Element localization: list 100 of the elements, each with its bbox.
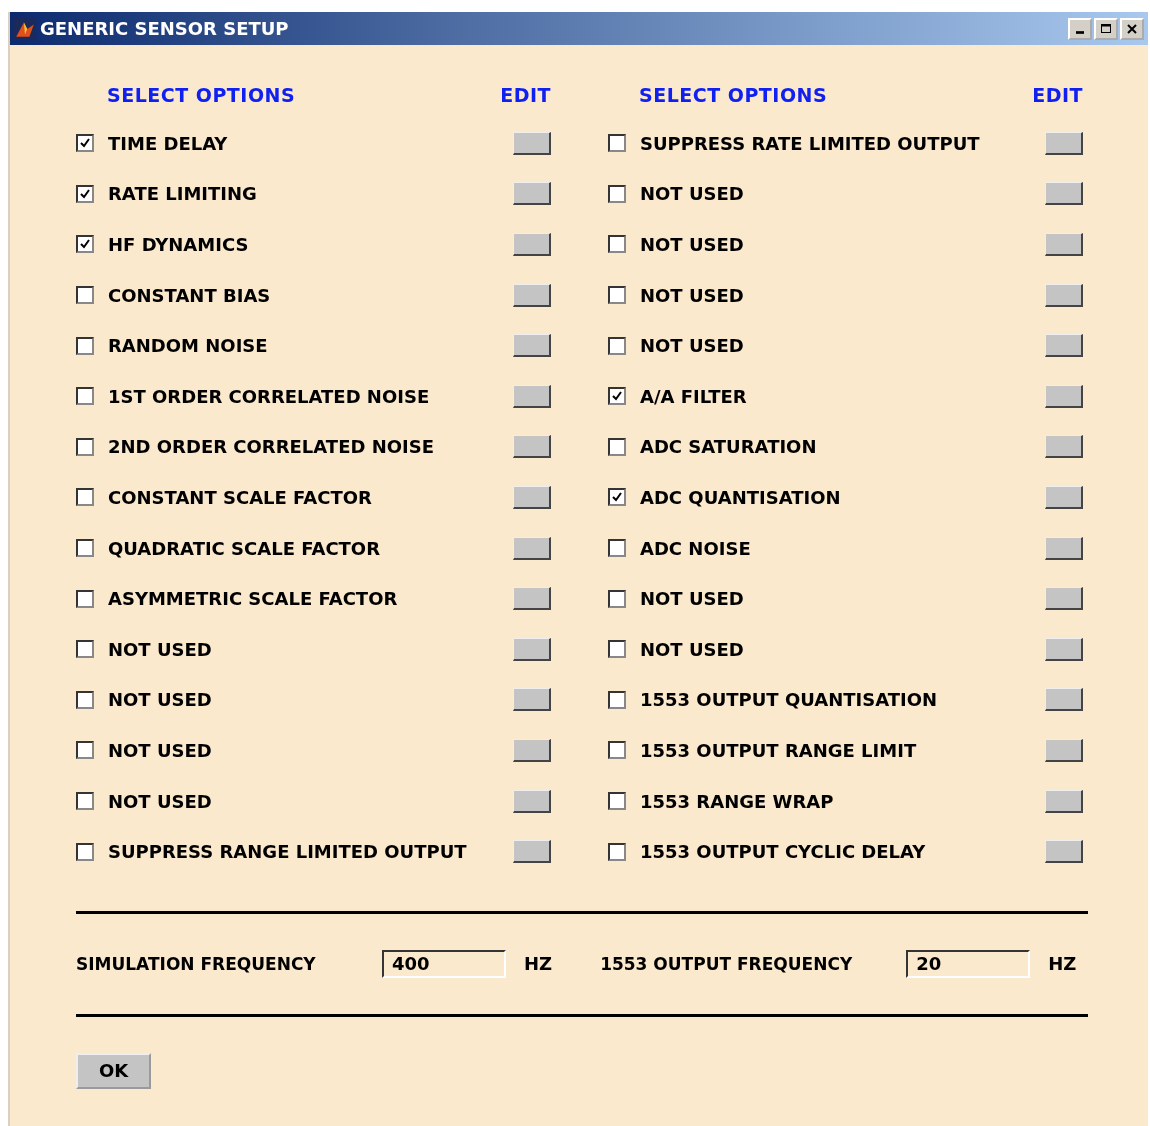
edit-button[interactable] bbox=[1045, 688, 1083, 712]
edit-button[interactable] bbox=[513, 840, 551, 864]
edit-button[interactable] bbox=[1045, 789, 1083, 813]
edit-button[interactable] bbox=[513, 283, 551, 307]
checkmark-icon bbox=[611, 491, 623, 504]
checkbox[interactable] bbox=[608, 134, 626, 153]
edit-button[interactable] bbox=[1045, 587, 1083, 611]
checkbox[interactable] bbox=[76, 690, 94, 709]
checkbox[interactable] bbox=[608, 690, 626, 709]
edit-button[interactable] bbox=[513, 637, 551, 661]
column-header: EDIT bbox=[500, 84, 551, 106]
option-label: 1553 OUTPUT CYCLIC DELAY bbox=[640, 841, 926, 863]
column-header: SELECT OPTIONS bbox=[639, 84, 828, 106]
checkbox[interactable] bbox=[608, 235, 626, 254]
checkbox[interactable] bbox=[608, 792, 626, 810]
checkbox[interactable] bbox=[608, 286, 626, 305]
edit-button[interactable] bbox=[1045, 182, 1083, 206]
checkbox[interactable] bbox=[76, 235, 94, 254]
edit-button[interactable] bbox=[1045, 536, 1083, 560]
close-icon bbox=[1126, 22, 1138, 35]
checkbox[interactable] bbox=[76, 488, 94, 507]
edit-button[interactable] bbox=[1045, 435, 1083, 459]
option-label: NOT USED bbox=[640, 335, 744, 357]
edit-button[interactable] bbox=[513, 688, 551, 712]
checkbox[interactable] bbox=[76, 792, 94, 810]
checkbox[interactable] bbox=[608, 640, 626, 659]
option-label: SUPPRESS RATE LIMITED OUTPUT bbox=[640, 132, 980, 154]
edit-button[interactable] bbox=[513, 334, 551, 358]
edit-button[interactable] bbox=[513, 131, 551, 155]
app-icon bbox=[14, 17, 36, 40]
edit-button[interactable] bbox=[513, 587, 551, 611]
edit-button[interactable] bbox=[1045, 738, 1083, 762]
edit-button[interactable] bbox=[1045, 334, 1083, 358]
close-button[interactable] bbox=[1120, 17, 1144, 40]
option-label: NOT USED bbox=[108, 739, 212, 761]
option-label: NOT USED bbox=[640, 588, 744, 610]
field-label: SIMULATION FREQUENCY bbox=[76, 953, 317, 974]
edit-button[interactable] bbox=[1045, 840, 1083, 864]
option-label: 1553 RANGE WRAP bbox=[640, 790, 834, 812]
checkmark-icon bbox=[79, 137, 91, 150]
option-label: NOT USED bbox=[108, 638, 212, 660]
edit-button[interactable] bbox=[513, 485, 551, 509]
option-label: NOT USED bbox=[640, 183, 744, 205]
checkbox[interactable] bbox=[76, 589, 94, 608]
option-label: NOT USED bbox=[108, 790, 212, 812]
checkbox[interactable] bbox=[76, 842, 94, 861]
option-label: CONSTANT SCALE FACTOR bbox=[108, 486, 372, 508]
edit-button[interactable] bbox=[1045, 131, 1083, 155]
option-label: ADC QUANTISATION bbox=[640, 486, 841, 508]
ok-button[interactable]: OK bbox=[76, 1052, 151, 1089]
edit-button[interactable] bbox=[513, 536, 551, 560]
option-label: RANDOM NOISE bbox=[108, 335, 268, 357]
checkbox[interactable] bbox=[76, 336, 94, 355]
edit-button[interactable] bbox=[1045, 233, 1083, 256]
checkbox[interactable] bbox=[76, 387, 94, 406]
edit-button[interactable] bbox=[1045, 637, 1083, 661]
checkbox[interactable] bbox=[76, 539, 94, 558]
column-header: EDIT bbox=[1032, 84, 1083, 106]
option-label: TIME DELAY bbox=[108, 132, 228, 154]
edit-button[interactable] bbox=[513, 435, 551, 459]
edit-button[interactable] bbox=[1045, 283, 1083, 307]
checkbox[interactable] bbox=[608, 741, 626, 760]
option-label: ASYMMETRIC SCALE FACTOR bbox=[108, 588, 398, 610]
edit-button[interactable] bbox=[513, 738, 551, 762]
checkbox[interactable] bbox=[608, 842, 626, 861]
checkbox[interactable] bbox=[76, 437, 94, 456]
edit-button[interactable] bbox=[513, 233, 551, 256]
checkbox[interactable] bbox=[76, 286, 94, 305]
checkbox[interactable] bbox=[76, 741, 94, 760]
checkbox[interactable] bbox=[608, 539, 626, 558]
unit-label: HZ bbox=[524, 953, 553, 975]
edit-button[interactable] bbox=[513, 789, 551, 813]
option-label: 1ST ORDER CORRELATED NOISE bbox=[108, 385, 430, 407]
maximize-icon bbox=[1100, 22, 1112, 35]
option-label: ADC SATURATION bbox=[640, 436, 817, 458]
checkbox[interactable] bbox=[76, 184, 94, 203]
edit-button[interactable] bbox=[1045, 485, 1083, 509]
checkbox[interactable] bbox=[608, 488, 626, 507]
checkbox[interactable] bbox=[608, 387, 626, 406]
edit-button[interactable] bbox=[513, 384, 551, 408]
maximize-button[interactable] bbox=[1094, 17, 1118, 40]
minimize-button[interactable] bbox=[1068, 17, 1092, 40]
checkbox[interactable] bbox=[608, 437, 626, 456]
checkbox[interactable] bbox=[608, 589, 626, 608]
checkbox[interactable] bbox=[608, 184, 626, 203]
option-label: 2ND ORDER CORRELATED NOISE bbox=[108, 436, 434, 458]
option-label: 1553 OUTPUT RANGE LIMIT bbox=[640, 739, 917, 761]
input-field[interactable]: 20 bbox=[906, 949, 1031, 978]
option-label: RATE LIMITING bbox=[108, 183, 257, 205]
option-label: HF DYNAMICS bbox=[108, 234, 249, 255]
checkmark-icon bbox=[79, 187, 91, 200]
checkbox[interactable] bbox=[76, 134, 94, 153]
input-field[interactable]: 400 bbox=[382, 949, 506, 978]
minimize-icon bbox=[1076, 31, 1084, 34]
unit-label: HZ bbox=[1048, 953, 1077, 975]
checkbox[interactable] bbox=[76, 640, 94, 659]
checkbox[interactable] bbox=[608, 336, 626, 355]
option-label: NOT USED bbox=[108, 689, 212, 711]
edit-button[interactable] bbox=[1045, 384, 1083, 408]
edit-button[interactable] bbox=[513, 182, 551, 206]
